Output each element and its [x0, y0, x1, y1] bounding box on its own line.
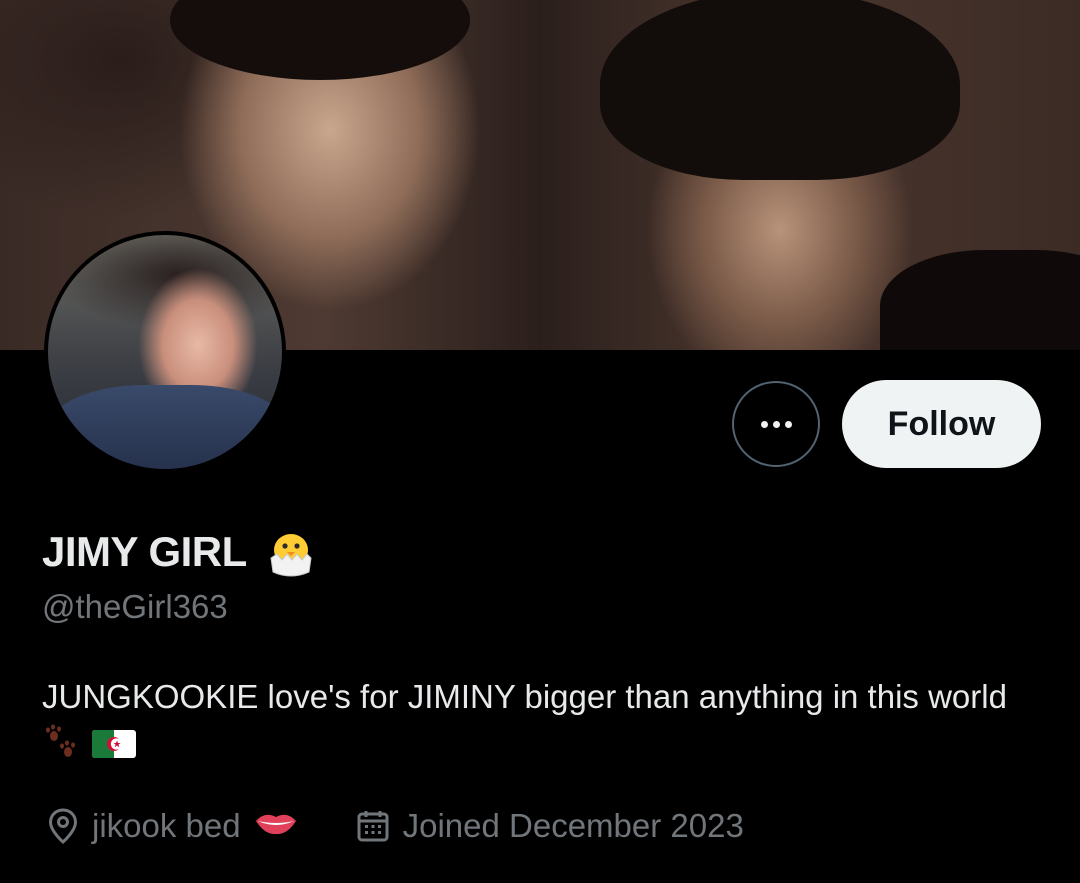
follow-button[interactable]: Follow: [842, 380, 1041, 468]
location-pin-icon: [48, 808, 78, 844]
hatching-chick-icon: [263, 524, 319, 580]
algeria-flag-icon: [91, 724, 137, 774]
lips-icon: [253, 807, 311, 845]
joined-text: Joined December 2023: [402, 807, 744, 844]
avatar[interactable]: [44, 231, 286, 473]
more-dots-icon: [760, 420, 768, 428]
more-dots-icon-dot: [784, 420, 792, 428]
location-text: jikook bed: [92, 807, 241, 844]
display-name-row: JIMY GIRL: [42, 522, 319, 582]
joined-item: Joined December 2023: [355, 807, 744, 845]
calendar-icon: [357, 811, 389, 842]
banner-photo-detail: [880, 250, 1080, 350]
profile-meta-row: jikook bed Joined December 2023: [46, 800, 744, 852]
more-dots-icon-dot: [772, 420, 780, 428]
avatar-photo-detail: [48, 385, 282, 469]
bio-text: JUNGKOOKIE love's for JIMINY bigger than…: [42, 678, 1007, 715]
location-item: jikook bed: [46, 807, 311, 845]
bio: JUNGKOOKIE love's for JIMINY bigger than…: [42, 672, 1042, 776]
banner-photo-detail: [170, 0, 470, 80]
handle: @theGirl363: [42, 588, 228, 625]
paw-prints-icon: [42, 722, 82, 776]
more-options-button[interactable]: [732, 381, 820, 467]
banner-photo-detail: [600, 0, 960, 180]
display-name: JIMY GIRL: [42, 528, 247, 575]
